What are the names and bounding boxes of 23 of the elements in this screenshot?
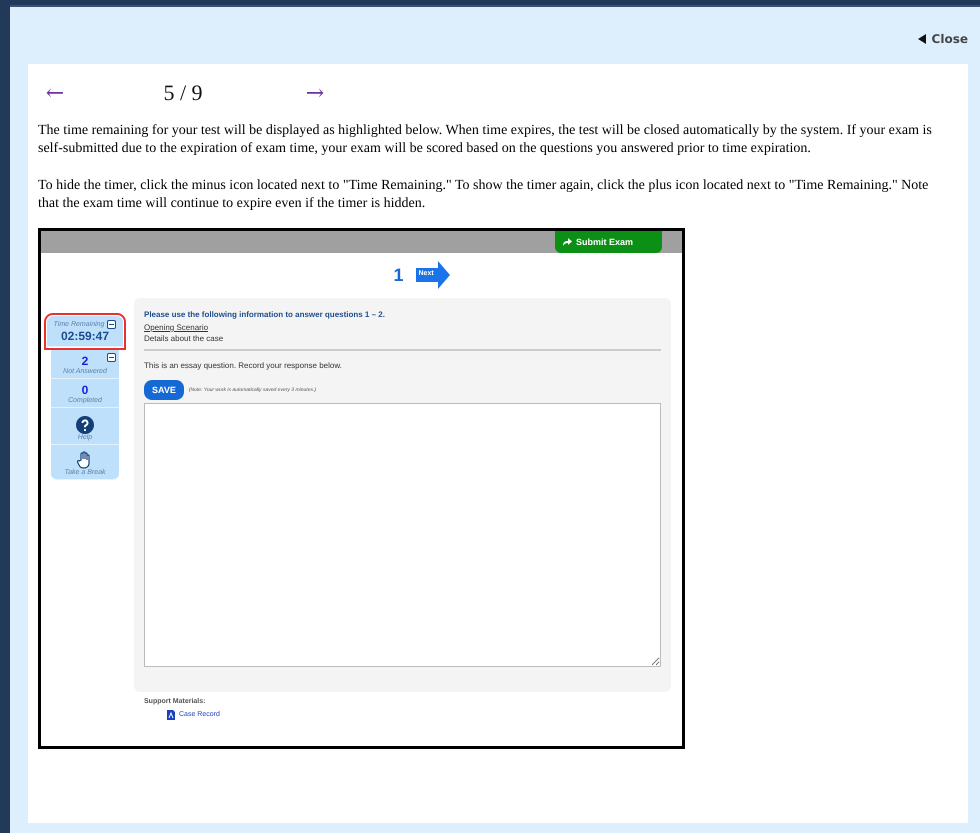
help-icon [76,416,94,434]
submit-button[interactable]: Submit Exam [555,230,662,253]
save-button[interactable]: SAVE [144,380,184,400]
count-value: 0 [82,382,88,397]
minus-icon[interactable] [107,320,116,329]
prompt-text: This is an essay question. Record your response below. [144,360,343,370]
scenario-link[interactable]: Opening Scenario [144,322,661,332]
paragraph: To hide the timer, click the minus icon located next to "Time Remaining." To show the timer again, click the plus icon located next to "Time Remaining." Note that the exam time will continue to expire even if the timer is hidden. [38,176,930,214]
next-button[interactable]: → [298,80,332,106]
response-field[interactable] [144,402,661,667]
page-position: 5 / 9 [162,80,204,106]
document-icon [167,710,175,720]
timer-value: 02:59:47 [60,328,110,343]
previous-button[interactable]: ← [38,80,72,106]
count-value: 2 [82,354,88,368]
details-text: Details about the case [144,334,224,343]
paragraph: The time remaining for your test will be displayed as highlighted below. When time expires, the test will be closed automatically by the system. If your exam is self-submitted due to the expiration of exam time, your exam will be scored based on the questions you answered prior to time expiration. [38,122,933,158]
minus-icon[interactable] [107,352,116,362]
triangle-icon [918,34,926,44]
share-arrow-icon [563,238,572,246]
instruction-text: Please use the following information to answer questions 1 – 2. [144,310,386,319]
question-number: 1 [393,264,404,286]
close-button[interactable]: Close [918,32,968,46]
